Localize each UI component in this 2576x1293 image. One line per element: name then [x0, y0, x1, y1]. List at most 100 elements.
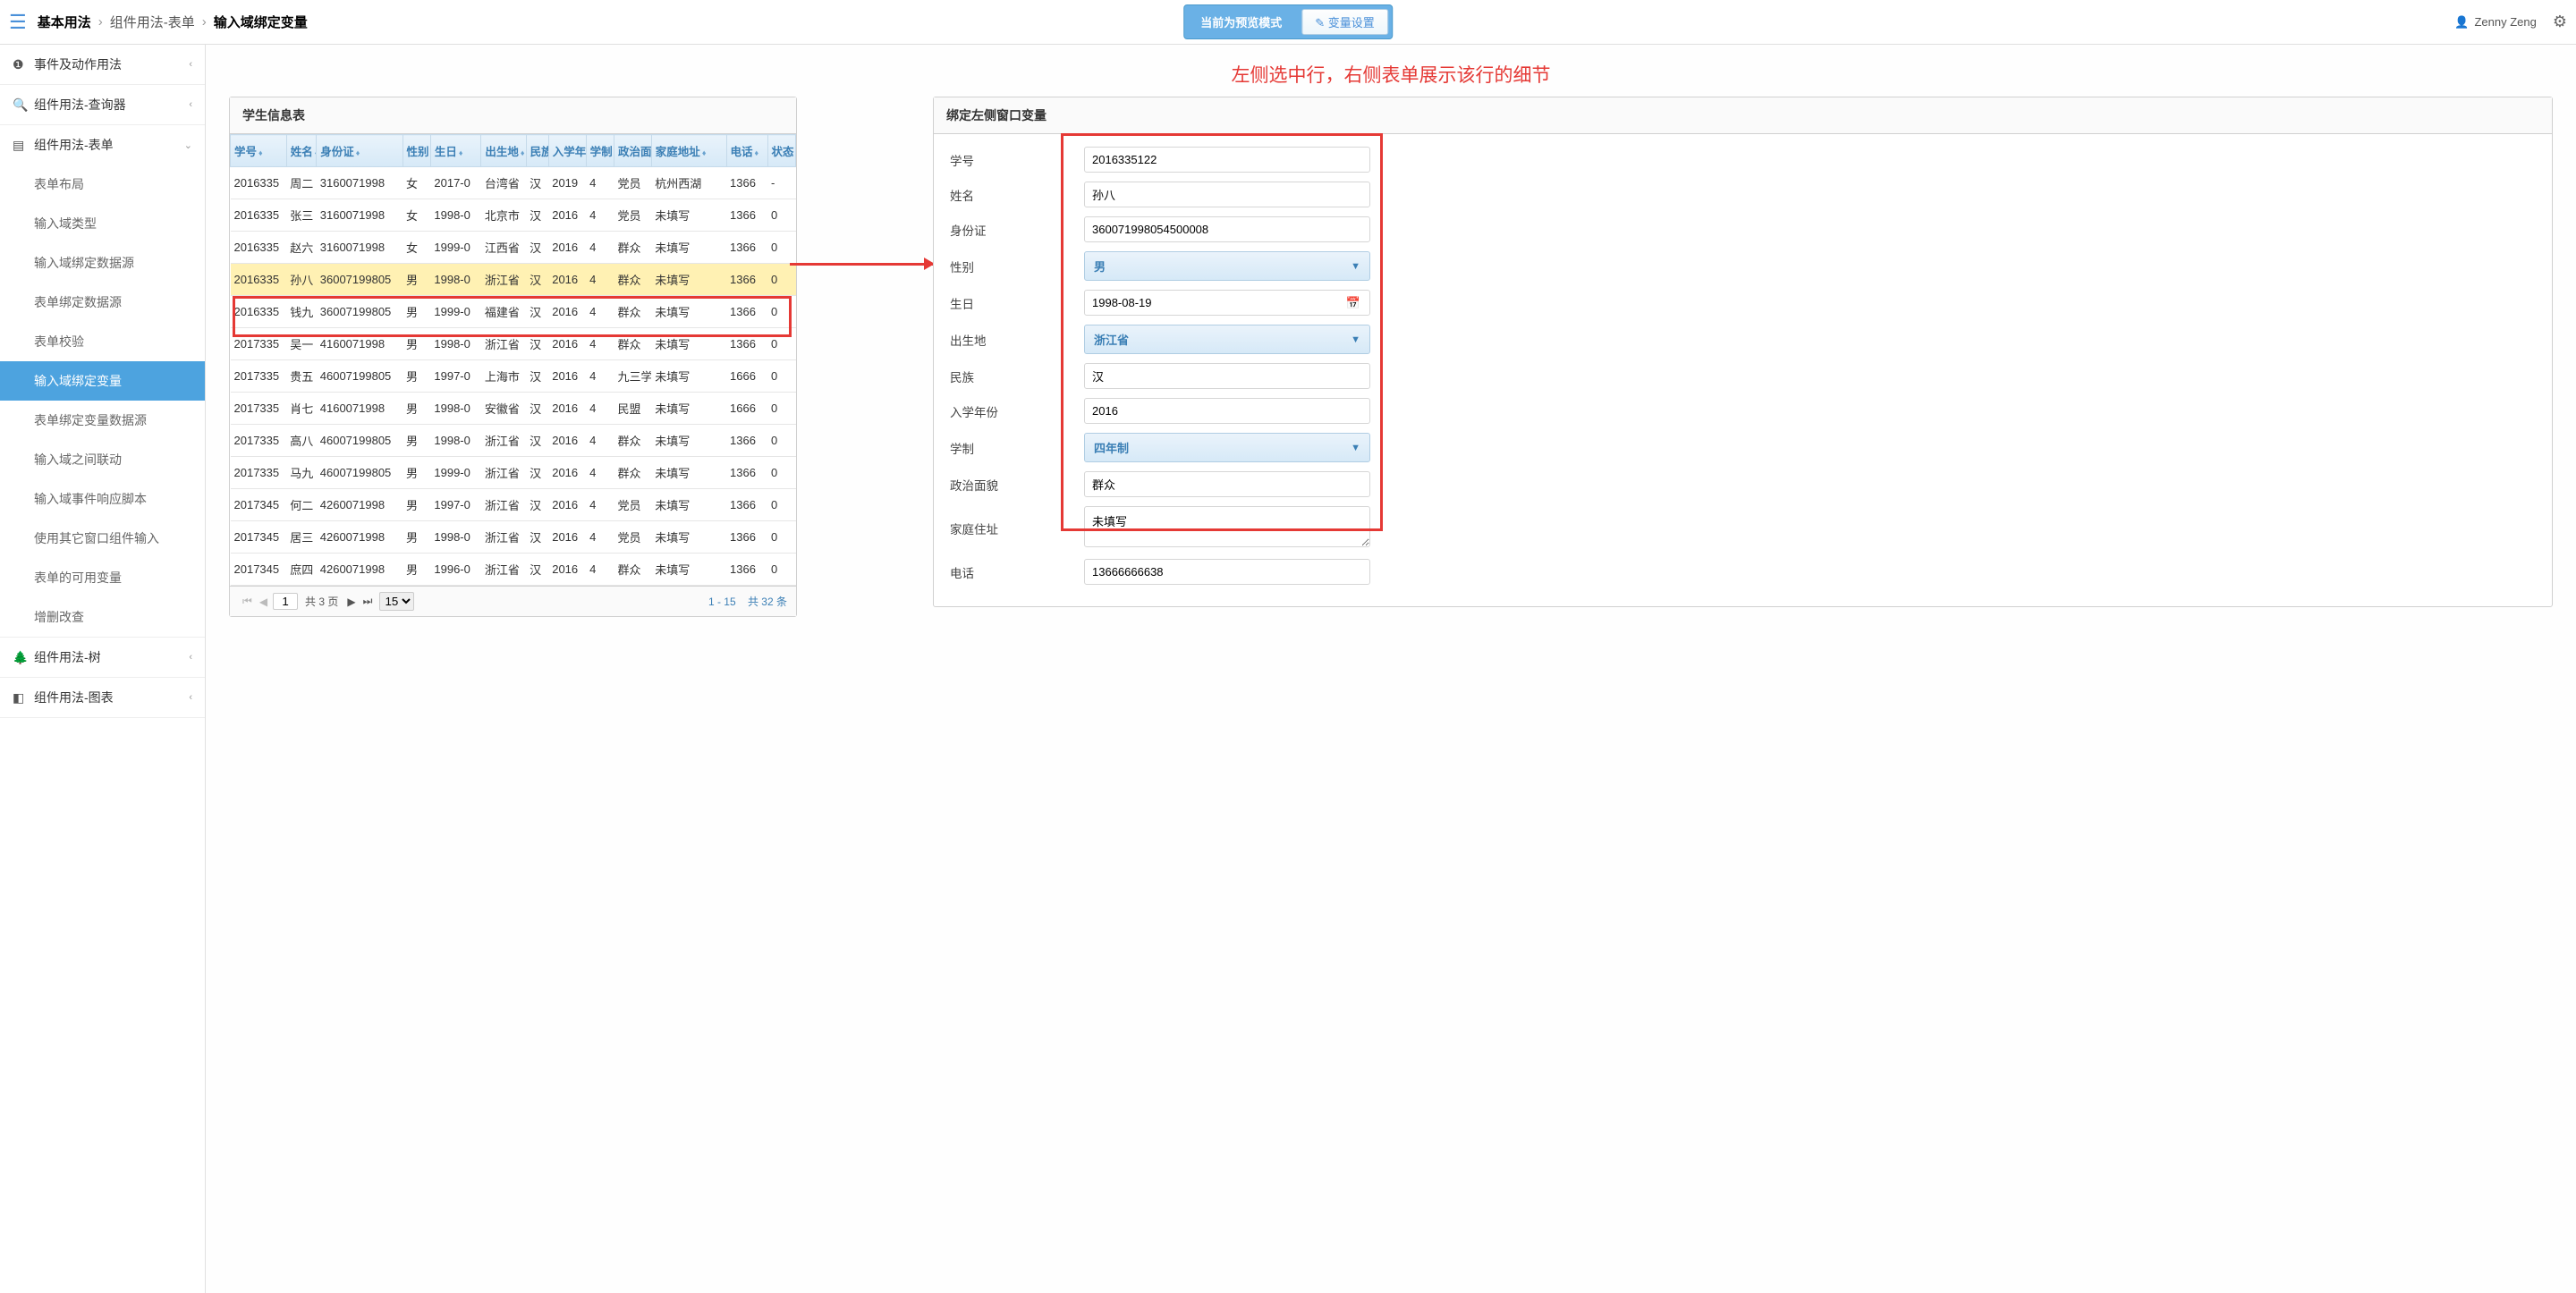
sidebar-item[interactable]: 输入域绑定数据源 [0, 243, 205, 283]
pager-prev-icon[interactable]: ◀ [256, 594, 271, 610]
table-cell: 4 [586, 199, 614, 232]
table-cell: 0 [767, 328, 795, 360]
table-column-header[interactable]: 民族♦ [526, 135, 548, 167]
table-cell: 肖七 [286, 393, 316, 425]
table-cell: 贵五 [286, 360, 316, 393]
sidebar-group-head[interactable]: ❶事件及动作用法‹ [0, 45, 205, 84]
sidebar-item[interactable]: 使用其它窗口组件输入 [0, 519, 205, 558]
table-cell: 2016 [548, 296, 586, 328]
variable-settings-button[interactable]: 变量设置 [1301, 9, 1388, 35]
user-menu[interactable]: 👤 Zenny Zeng [2454, 15, 2537, 30]
select-birthplace[interactable]: 浙江省 ▼ [1084, 325, 1370, 354]
breadcrumb-root[interactable]: 基本用法 [38, 13, 91, 31]
input-name[interactable] [1084, 182, 1370, 207]
table-cell: 2016335 [231, 167, 287, 199]
sidebar-group-head[interactable]: 🌲组件用法-树‹ [0, 638, 205, 677]
sidebar-item[interactable]: 表单的可用变量 [0, 558, 205, 597]
sidebar-item[interactable]: 输入域事件响应脚本 [0, 479, 205, 519]
table-cell: 男 [402, 296, 430, 328]
table-row[interactable]: 2017335肖七4160071998男1998-0安徽省汉20164民盟未填写… [231, 393, 796, 425]
table-cell: 1366 [726, 167, 767, 199]
table-cell: 党员 [614, 199, 651, 232]
sidebar-group-head[interactable]: ▤组件用法-表单⌄ [0, 125, 205, 165]
table-row[interactable]: 2016335周二3160071998女2017-0台湾省汉20194党员杭州西… [231, 167, 796, 199]
table-cell: 男 [402, 393, 430, 425]
pager-last-icon[interactable]: ⏭ [360, 593, 377, 610]
table-row[interactable]: 2016335赵六3160071998女1999-0江西省汉20164群众未填写… [231, 232, 796, 264]
table-cell: 民盟 [614, 393, 651, 425]
input-student-id[interactable] [1084, 147, 1370, 173]
table-row[interactable]: 2016335钱九36007199805男1999-0福建省汉20164群众未填… [231, 296, 796, 328]
table-cell: 0 [767, 296, 795, 328]
label-student-id: 学号 [950, 151, 1084, 169]
calendar-icon[interactable]: 📅 [1337, 296, 1369, 310]
table-column-header[interactable]: 入学年♦ [548, 135, 586, 167]
table-column-header[interactable]: 学号♦ [231, 135, 287, 167]
table-row[interactable]: 2017345庶四4260071998男1996-0浙江省汉20164群众未填写… [231, 554, 796, 586]
sidebar-group-head[interactable]: 🔍组件用法-查询器‹ [0, 85, 205, 124]
pager-next-icon[interactable]: ▶ [343, 594, 359, 610]
table-cell: 4 [586, 232, 614, 264]
table-cell: 浙江省 [481, 328, 526, 360]
table-row[interactable]: 2017335吴一4160071998男1998-0浙江省汉20164群众未填写… [231, 328, 796, 360]
table-column-header[interactable]: 性别♦ [402, 135, 430, 167]
input-phone[interactable] [1084, 559, 1370, 585]
table-cell: 浙江省 [481, 521, 526, 554]
table-column-header[interactable]: 生日♦ [430, 135, 481, 167]
table-row[interactable]: 2017335高八46007199805男1998-0浙江省汉20164群众未填… [231, 425, 796, 457]
sidebar-item[interactable]: 输入域之间联动 [0, 440, 205, 479]
sidebar-item[interactable]: 表单绑定变量数据源 [0, 401, 205, 440]
input-birthday[interactable] [1085, 291, 1337, 315]
pager-page-input[interactable] [273, 593, 298, 610]
table-cell: 0 [767, 393, 795, 425]
input-nation[interactable] [1084, 363, 1370, 389]
pager-size-select[interactable]: 15 [379, 592, 414, 611]
input-birthday-wrapper[interactable]: 📅 [1084, 290, 1370, 316]
sidebar-item[interactable]: 表单校验 [0, 322, 205, 361]
input-enroll-year[interactable] [1084, 398, 1370, 424]
table-column-header[interactable]: 身份证♦ [317, 135, 402, 167]
select-schooling[interactable]: 四年制 ▼ [1084, 433, 1370, 462]
sidebar-item[interactable]: 表单布局 [0, 165, 205, 204]
table-cell: 未填写 [651, 296, 726, 328]
table-column-header[interactable]: 电话♦ [726, 135, 767, 167]
textarea-address[interactable] [1084, 506, 1370, 547]
input-political[interactable] [1084, 471, 1370, 497]
caret-down-icon: ▼ [1351, 261, 1360, 272]
table-cell: 未填写 [651, 554, 726, 586]
menu-toggle-icon[interactable]: ☰ [9, 11, 27, 34]
table-row[interactable]: 2017335马九46007199805男1999-0浙江省汉20164群众未填… [231, 457, 796, 489]
table-column-header[interactable]: 政治面♦ [614, 135, 651, 167]
table-column-header[interactable]: 出生地♦ [481, 135, 526, 167]
table-cell: 4 [586, 457, 614, 489]
table-row[interactable]: 2017335贵五46007199805男1997-0上海市汉20164九三学未… [231, 360, 796, 393]
table-row[interactable]: 2017345居三4260071998男1998-0浙江省汉20164党员未填写… [231, 521, 796, 554]
table-column-header[interactable]: 学制♦ [586, 135, 614, 167]
table-cell: 4260071998 [317, 521, 402, 554]
table-column-header[interactable]: 状态♦ [767, 135, 795, 167]
sidebar-item[interactable]: 增删改查 [0, 597, 205, 637]
table-row[interactable]: 2017345何二4260071998男1997-0浙江省汉20164党员未填写… [231, 489, 796, 521]
table-cell: 4 [586, 554, 614, 586]
table-cell: 2019 [548, 167, 586, 199]
table-cell: 3160071998 [317, 232, 402, 264]
table-cell: 赵六 [286, 232, 316, 264]
table-cell: 2016 [548, 264, 586, 296]
table-cell: 汉 [526, 554, 548, 586]
sidebar-item[interactable]: 表单绑定数据源 [0, 283, 205, 322]
sort-icon: ♦ [459, 148, 463, 157]
select-gender[interactable]: 男 ▼ [1084, 251, 1370, 281]
sidebar-item[interactable]: 输入域类型 [0, 204, 205, 243]
table-row[interactable]: 2016335张三3160071998女1998-0北京市汉20164党员未填写… [231, 199, 796, 232]
table-column-header[interactable]: 姓名♦ [286, 135, 316, 167]
table-cell: 汉 [526, 393, 548, 425]
input-id-card[interactable] [1084, 216, 1370, 242]
sidebar-group-head[interactable]: ◧组件用法-图表‹ [0, 678, 205, 717]
gear-icon[interactable]: ⚙ [2553, 13, 2567, 31]
sidebar-item[interactable]: 输入域绑定变量 [0, 361, 205, 401]
table-column-header[interactable]: 家庭地址♦ [651, 135, 726, 167]
table-cell: 1998-0 [430, 199, 481, 232]
pager-first-icon[interactable]: ⏮ [239, 593, 256, 610]
table-row[interactable]: 2016335孙八36007199805男1998-0浙江省汉20164群众未填… [231, 264, 796, 296]
breadcrumb-mid[interactable]: 组件用法-表单 [110, 13, 195, 31]
